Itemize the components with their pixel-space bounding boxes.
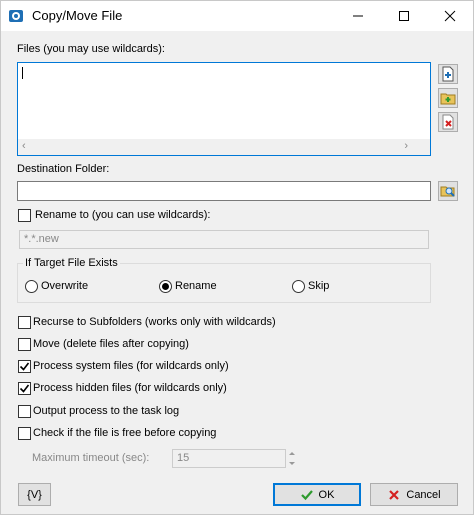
variables-button[interactable]: {V} bbox=[18, 483, 51, 506]
skip-radio[interactable] bbox=[292, 280, 305, 293]
cross-icon bbox=[389, 489, 400, 500]
timeout-input[interactable]: 15 bbox=[172, 449, 286, 468]
spin-up-icon[interactable] bbox=[286, 449, 298, 458]
radio-selected-dot bbox=[162, 283, 169, 290]
add-folder-icon bbox=[440, 93, 456, 105]
scroll-left-icon[interactable]: ‹ bbox=[22, 140, 26, 152]
task-log-label: Output process to the task log bbox=[33, 405, 180, 417]
browse-folder-button[interactable] bbox=[438, 181, 458, 201]
timeout-value: 15 bbox=[177, 452, 190, 464]
rename-input[interactable]: *.*.new bbox=[19, 230, 429, 249]
timeout-spinner[interactable] bbox=[286, 449, 298, 468]
files-label: Files (you may use wildcards): bbox=[17, 43, 165, 55]
timeout-label: Maximum timeout (sec): bbox=[32, 452, 150, 464]
ok-button[interactable]: OK bbox=[273, 483, 361, 506]
recurse-checkbox[interactable] bbox=[18, 316, 31, 329]
remove-icon bbox=[442, 114, 454, 130]
recurse-label: Recurse to Subfolders (works only with w… bbox=[33, 316, 276, 328]
system-files-label: Process system files (for wildcards only… bbox=[33, 360, 229, 372]
destination-label: Destination Folder: bbox=[17, 163, 110, 175]
destination-input[interactable] bbox=[17, 181, 431, 201]
add-folder-button[interactable] bbox=[438, 88, 458, 108]
spin-down-icon[interactable] bbox=[286, 459, 298, 468]
move-label: Move (delete files after copying) bbox=[33, 338, 189, 350]
window-title: Copy/Move File bbox=[32, 8, 123, 23]
overwrite-radio[interactable] bbox=[25, 280, 38, 293]
text-caret bbox=[22, 67, 23, 79]
hidden-files-label: Process hidden files (for wildcards only… bbox=[33, 382, 227, 394]
scroll-right-icon[interactable]: › bbox=[404, 140, 408, 152]
checkmark-icon bbox=[300, 489, 313, 500]
checkmark-icon bbox=[19, 362, 30, 371]
minimize-button[interactable] bbox=[335, 1, 381, 31]
checkmark-icon bbox=[19, 384, 30, 393]
close-button[interactable] bbox=[427, 1, 473, 31]
title-bar: Copy/Move File bbox=[1, 1, 473, 31]
file-free-checkbox[interactable] bbox=[18, 427, 31, 440]
task-log-checkbox[interactable] bbox=[18, 405, 31, 418]
browse-folder-icon bbox=[440, 186, 455, 197]
minimize-icon bbox=[353, 15, 363, 17]
maximize-button[interactable] bbox=[381, 1, 427, 31]
rename-option-label: Rename bbox=[175, 280, 217, 292]
copy-app-icon bbox=[9, 10, 23, 22]
cancel-button[interactable]: Cancel bbox=[370, 483, 458, 506]
system-files-checkbox[interactable] bbox=[18, 360, 31, 373]
rename-checkbox[interactable] bbox=[18, 209, 31, 222]
skip-label: Skip bbox=[308, 280, 330, 292]
rename-radio[interactable] bbox=[159, 280, 172, 293]
remove-file-button[interactable] bbox=[438, 112, 458, 132]
hidden-files-checkbox[interactable] bbox=[18, 382, 31, 395]
move-checkbox[interactable] bbox=[18, 338, 31, 351]
add-file-button[interactable] bbox=[438, 64, 458, 84]
horizontal-scrollbar[interactable]: ‹ › bbox=[18, 139, 430, 155]
variables-label: {V} bbox=[27, 488, 42, 501]
overwrite-label: Overwrite bbox=[41, 280, 89, 292]
file-free-label: Check if the file is free before copying bbox=[33, 427, 217, 439]
cancel-label: Cancel bbox=[406, 488, 441, 501]
ok-label: OK bbox=[318, 488, 335, 501]
target-exists-label: If Target File Exists bbox=[23, 257, 120, 269]
maximize-icon bbox=[399, 11, 409, 21]
files-input[interactable]: ‹ › bbox=[17, 62, 431, 156]
rename-value: *.*.new bbox=[24, 233, 59, 245]
close-icon bbox=[444, 10, 456, 22]
rename-label: Rename to (you can use wildcards): bbox=[35, 209, 211, 221]
add-file-icon bbox=[442, 66, 454, 82]
copy-move-dialog: Copy/Move File Files (you may use wildca… bbox=[0, 0, 474, 515]
